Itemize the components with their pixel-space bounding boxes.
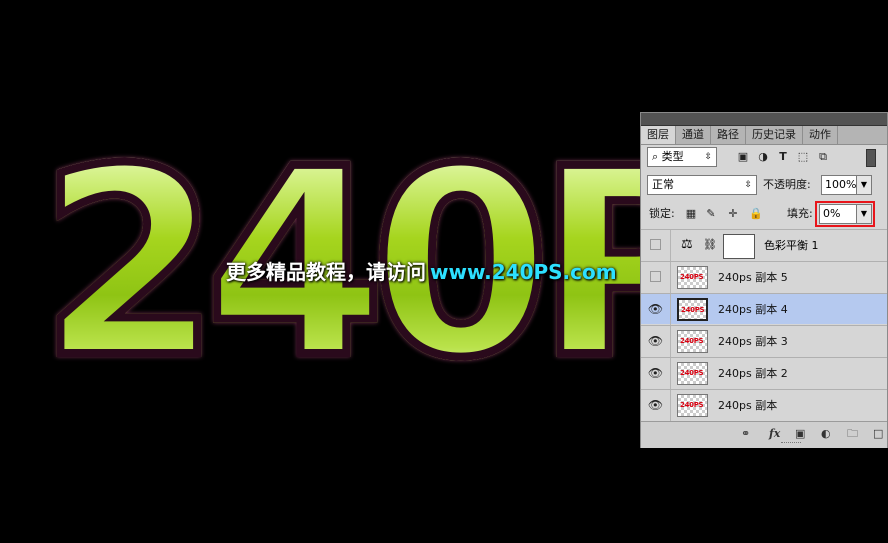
layer-name[interactable]: 240ps 副本 5 xyxy=(718,262,788,293)
filter-type-value: 类型 xyxy=(661,150,684,163)
layer-row-copy-3[interactable]: 👁 240PS 240ps 副本 3 xyxy=(641,325,887,357)
blend-opacity-row: 正常 ⇳ 不透明度: 100% ▼ xyxy=(641,173,887,197)
new-layer-icon[interactable]: □ xyxy=(873,427,883,441)
visibility-toggle-empty[interactable] xyxy=(650,271,661,282)
tab-layers[interactable]: 图层 xyxy=(641,126,676,144)
blend-mode-dropdown[interactable]: 正常 ⇳ xyxy=(647,175,757,195)
layer-divider xyxy=(670,358,671,389)
panel-tabs: 图层 通道 路径 历史记录 动作 xyxy=(641,126,887,145)
chain-link-icon[interactable]: ⛓ xyxy=(703,238,717,252)
visibility-toggle-empty[interactable] xyxy=(650,239,661,250)
layer-name[interactable]: 色彩平衡 1 xyxy=(764,230,819,261)
fill-dropdown-arrow-icon[interactable]: ▼ xyxy=(856,204,872,224)
filter-toggle-switch[interactable] xyxy=(866,149,876,167)
eye-icon[interactable]: 👁 xyxy=(647,365,664,381)
layer-row-copy-4[interactable]: 👁 240PS 240ps 副本 4 xyxy=(641,293,887,325)
eye-icon[interactable]: 👁 xyxy=(647,397,664,413)
tab-channels[interactable]: 通道 xyxy=(676,126,711,144)
updown-arrow-icon: ⇳ xyxy=(744,180,752,190)
fill-field[interactable]: 0% xyxy=(819,204,857,224)
resize-grip[interactable] xyxy=(781,442,801,446)
layers-bottom-toolbar: ⚭ fx ▣ ◐ 🗀 □ xyxy=(641,421,887,448)
shape-filter-icon[interactable]: ⬚ xyxy=(797,151,809,163)
lock-image-pixels-icon[interactable]: ✎ xyxy=(705,208,717,220)
layers-panel: 图层 通道 路径 历史记录 动作 ⌕ 类型 ⇳ ▣ ◑ T ⬚ ⧉ 正常 ⇳ 不… xyxy=(640,112,888,448)
eye-icon[interactable]: 👁 xyxy=(647,333,664,349)
layer-filter-row: ⌕ 类型 ⇳ ▣ ◑ T ⬚ ⧉ xyxy=(641,145,887,169)
layer-divider xyxy=(670,294,671,325)
fill-label: 填充: xyxy=(787,207,813,220)
layer-divider xyxy=(670,230,671,261)
layer-row-color-balance[interactable]: ⚖ ⛓ 色彩平衡 1 xyxy=(641,229,887,261)
lock-position-icon[interactable]: ✛ xyxy=(727,208,739,220)
layer-name[interactable]: 240ps 副本 3 xyxy=(718,326,788,357)
fx-icon[interactable]: fx xyxy=(769,427,780,441)
new-group-folder-icon[interactable]: 🗀 xyxy=(847,427,858,441)
lock-transparent-pixels-icon[interactable]: ▦ xyxy=(685,208,697,220)
layer-thumbnail[interactable]: 240PS xyxy=(677,266,708,289)
layer-row-copy-5[interactable]: 240PS 240ps 副本 5 xyxy=(641,261,887,293)
layer-name[interactable]: 240ps 副本 4 xyxy=(718,294,788,325)
adjustment-filter-icon[interactable]: ◑ xyxy=(757,151,769,163)
layer-row-copy[interactable]: 👁 240PS 240ps 副本 xyxy=(641,389,887,421)
search-icon: ⌕ xyxy=(652,150,659,163)
layer-row-copy-2[interactable]: 👁 240PS 240ps 副本 2 xyxy=(641,357,887,389)
layer-thumbnail[interactable]: 240PS xyxy=(677,298,708,321)
layer-divider xyxy=(670,390,671,421)
new-adjustment-layer-icon[interactable]: ◐ xyxy=(821,427,831,441)
lock-fill-row: 锁定: ▦ ✎ ✛ 🔒 填充: 0% ▼ xyxy=(641,201,887,227)
updown-arrow-icon: ⇳ xyxy=(704,152,712,162)
layer-name[interactable]: 240ps 副本 2 xyxy=(718,358,788,389)
panel-title-bar[interactable] xyxy=(641,113,887,126)
tab-actions[interactable]: 动作 xyxy=(803,126,838,144)
type-filter-icon[interactable]: T xyxy=(777,151,789,163)
balance-scale-icon: ⚖ xyxy=(681,237,693,252)
smart-object-filter-icon[interactable]: ⧉ xyxy=(817,151,829,163)
layer-divider xyxy=(670,262,671,293)
opacity-dropdown-arrow-icon[interactable]: ▼ xyxy=(856,175,872,195)
lock-all-icon[interactable]: 🔒 xyxy=(749,208,763,220)
lock-label: 锁定: xyxy=(649,207,675,220)
opacity-field[interactable]: 100% xyxy=(821,175,857,195)
layer-divider xyxy=(670,326,671,357)
link-layers-icon[interactable]: ⚭ xyxy=(741,427,750,441)
opacity-label: 不透明度: xyxy=(763,178,811,191)
layer-thumbnail[interactable]: 240PS xyxy=(677,362,708,385)
layer-thumbnail[interactable]: 240PS xyxy=(677,394,708,417)
layer-mask-thumbnail[interactable] xyxy=(723,234,755,259)
pixel-filter-icon[interactable]: ▣ xyxy=(737,151,749,163)
tab-history[interactable]: 历史记录 xyxy=(746,126,803,144)
blend-mode-value: 正常 xyxy=(652,178,674,191)
tab-paths[interactable]: 路径 xyxy=(711,126,746,144)
layer-thumbnail[interactable]: 240PS xyxy=(677,330,708,353)
add-mask-icon[interactable]: ▣ xyxy=(795,427,805,441)
watermark-site: www.240PS.com xyxy=(430,260,617,284)
layer-name[interactable]: 240ps 副本 xyxy=(718,390,777,421)
watermark: 更多精品教程，请访问 www.240PS.com xyxy=(226,258,617,286)
eye-icon[interactable]: 👁 xyxy=(647,301,664,317)
filter-type-dropdown[interactable]: ⌕ 类型 ⇳ xyxy=(647,147,717,167)
watermark-chinese: 更多精品教程，请访问 xyxy=(226,260,426,284)
